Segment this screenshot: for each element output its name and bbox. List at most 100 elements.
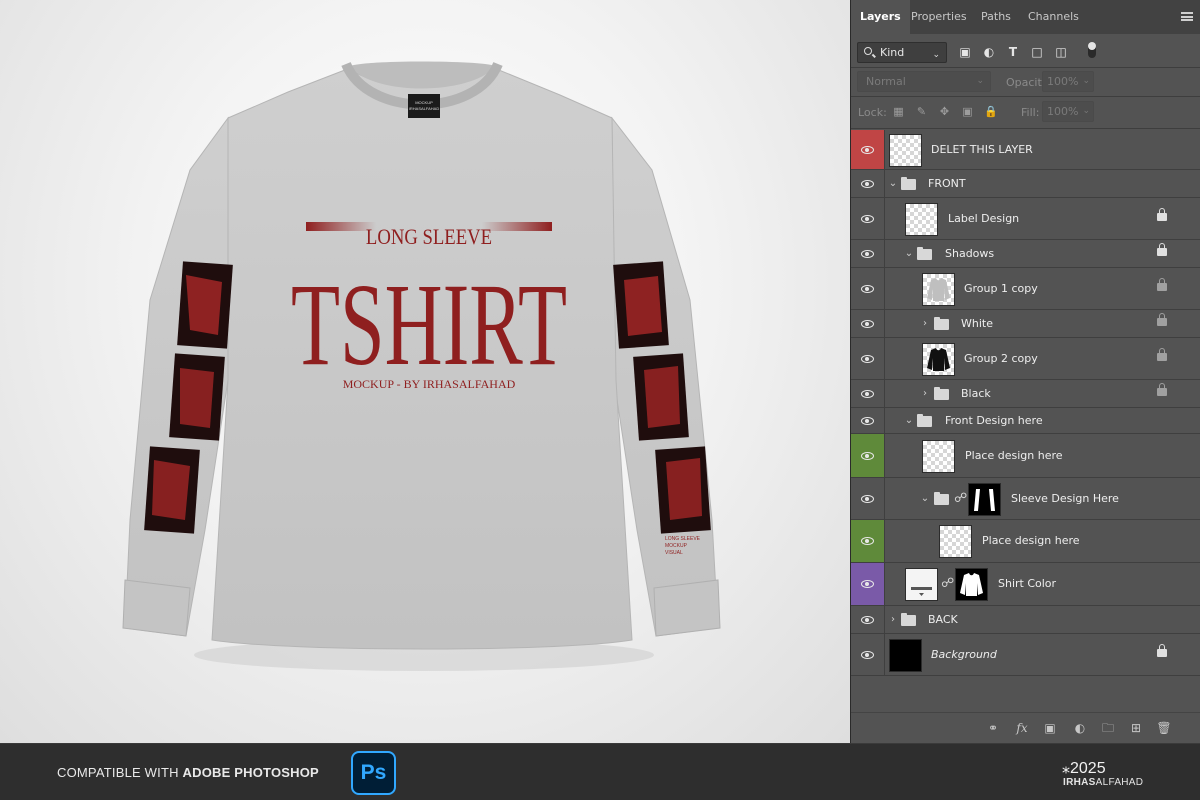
visibility-toggle[interactable] — [851, 268, 885, 309]
filter-kind-value: Kind — [880, 46, 905, 59]
trash-icon[interactable]: 🗑 — [1156, 721, 1172, 735]
visibility-toggle[interactable] — [851, 198, 885, 239]
layer-row[interactable]: Label Design — [851, 198, 1200, 240]
lock-icon — [1157, 382, 1167, 396]
panel-tabs: Layers Properties Paths Channels — [851, 0, 1200, 34]
visibility-toggle[interactable] — [851, 338, 885, 379]
panel-menu-icon[interactable] — [1181, 12, 1193, 21]
blend-mode-select[interactable]: Normal ⌄ — [857, 71, 991, 92]
opacity-field[interactable]: 100% ⌄ — [1042, 71, 1094, 92]
eye-icon — [861, 537, 874, 545]
shape-filter-icon[interactable]: □ — [1030, 45, 1044, 59]
chevron-down-icon[interactable]: ⌄ — [904, 414, 914, 428]
opacity-value: 100% — [1047, 75, 1079, 88]
eye-icon — [861, 249, 874, 258]
tab-properties[interactable]: Properties — [902, 0, 976, 34]
visibility-toggle[interactable] — [851, 380, 885, 407]
lock-image-icon[interactable]: ✎ — [915, 105, 928, 118]
visibility-toggle[interactable] — [851, 310, 885, 337]
visibility-toggle[interactable] — [851, 434, 885, 477]
layer-row[interactable]: ☍ Shirt Color — [851, 563, 1200, 606]
chevron-down-icon[interactable]: ⌄ — [904, 247, 914, 261]
tshirt-mockup: MOCKUP IRHASALFAHAD LONG SLEEVE TSHIRT M… — [122, 61, 721, 671]
layer-row[interactable]: ⌄ Shadows — [851, 240, 1200, 268]
lock-artboard-icon[interactable]: ▣ — [961, 105, 974, 118]
chevron-right-icon[interactable]: › — [920, 387, 930, 401]
eye-icon — [861, 284, 874, 293]
chevron-right-icon[interactable]: › — [888, 613, 898, 627]
layer-row[interactable]: Group 1 copy — [851, 268, 1200, 310]
eye-icon — [861, 214, 874, 223]
layer-name: Front Design here — [945, 413, 1043, 427]
visibility-toggle[interactable] — [851, 130, 885, 169]
layer-row[interactable]: ⌄ Front Design here — [851, 408, 1200, 434]
lock-icon — [1157, 277, 1167, 291]
lock-icon — [1157, 242, 1167, 256]
new-group-icon[interactable]: 🗀 — [1100, 721, 1116, 735]
link-icon[interactable]: ☍ — [954, 491, 967, 507]
visibility-toggle[interactable] — [851, 170, 885, 197]
fill-field[interactable]: 100% ⌄ — [1042, 101, 1094, 122]
image-filter-icon[interactable]: ▣ — [958, 45, 972, 59]
layer-row[interactable]: Group 2 copy — [851, 338, 1200, 380]
folder-icon — [917, 246, 932, 260]
layer-thumbnail — [939, 525, 972, 558]
layer-thumbnail — [922, 272, 955, 306]
chevron-down-icon[interactable]: ⌄ — [888, 177, 898, 191]
lock-all-icon[interactable]: 🔒 — [984, 105, 998, 118]
layer-row[interactable]: ⌄ ☍ Sleeve Design Here — [851, 478, 1200, 520]
layer-name: DELET THIS LAYER — [931, 142, 1033, 156]
link-layers-icon[interactable]: ⚭ — [985, 721, 1001, 735]
layer-row[interactable]: Background — [851, 634, 1200, 676]
layer-row[interactable]: › White — [851, 310, 1200, 338]
add-mask-icon[interactable]: ▣ — [1042, 721, 1058, 735]
type-filter-icon[interactable]: T — [1006, 45, 1020, 59]
fill-value: 100% — [1047, 105, 1079, 118]
blend-mode-value: Normal — [866, 75, 906, 88]
visibility-toggle[interactable] — [851, 520, 885, 562]
layer-thumbnail — [922, 439, 955, 473]
layer-row[interactable]: DELET THIS LAYER — [851, 130, 1200, 170]
layer-row[interactable]: › BACK — [851, 606, 1200, 634]
layer-style-icon[interactable]: fx — [1014, 721, 1030, 735]
visibility-toggle[interactable] — [851, 478, 885, 519]
chevron-down-icon: ⌄ — [932, 50, 940, 60]
lock-transparent-icon[interactable]: ▦ — [892, 105, 905, 118]
layer-thumbnail — [922, 342, 955, 376]
chevron-right-icon[interactable]: › — [920, 317, 930, 331]
filter-toggle[interactable] — [1088, 42, 1096, 58]
visibility-toggle[interactable] — [851, 606, 885, 633]
tab-paths[interactable]: Paths — [972, 0, 1020, 34]
print-sub-line: MOCKUP - BY IRHASALFAHAD — [343, 377, 516, 391]
filter-kind-select[interactable]: Kind ⌄ — [857, 42, 947, 63]
visibility-toggle[interactable] — [851, 634, 885, 675]
chevron-down-icon: ⌄ — [976, 76, 984, 86]
layer-name: Place design here — [965, 448, 1063, 462]
adjustment-layer-icon[interactable]: ◐ — [1072, 721, 1088, 735]
neck-label-line-2: IRHASALFAHAD — [409, 106, 440, 111]
layer-row[interactable]: Place design here — [851, 520, 1200, 563]
chevron-down-icon[interactable]: ⌄ — [920, 492, 930, 506]
tab-channels[interactable]: Channels — [1019, 0, 1088, 34]
adjustment-filter-icon[interactable]: ◐ — [982, 45, 996, 59]
layer-row[interactable]: ⌄ FRONT — [851, 170, 1200, 198]
new-layer-icon[interactable]: ⊞ — [1128, 721, 1144, 735]
link-icon[interactable]: ☍ — [941, 576, 954, 592]
eye-icon — [861, 451, 874, 460]
layer-row[interactable]: Place design here — [851, 434, 1200, 478]
lock-position-icon[interactable]: ✥ — [938, 105, 951, 118]
lock-row: Lock: ▦ ✎ ✥ ▣ 🔒 Fill: 100% ⌄ — [851, 100, 1200, 124]
shirt-thumbnail-icon — [927, 277, 950, 301]
eye-icon — [861, 580, 874, 588]
smart-object-filter-icon[interactable]: ◫ — [1054, 45, 1068, 59]
layer-name: Background — [931, 647, 997, 661]
visibility-toggle[interactable] — [851, 563, 885, 605]
folder-icon — [934, 316, 949, 330]
layer-row[interactable]: › Black — [851, 380, 1200, 408]
visibility-toggle[interactable] — [851, 408, 885, 433]
fill-label: Fill: — [1021, 106, 1040, 119]
layer-name: BACK — [928, 612, 958, 626]
visibility-toggle[interactable] — [851, 240, 885, 267]
eye-icon — [861, 650, 874, 659]
tab-layers[interactable]: Layers — [851, 0, 910, 34]
